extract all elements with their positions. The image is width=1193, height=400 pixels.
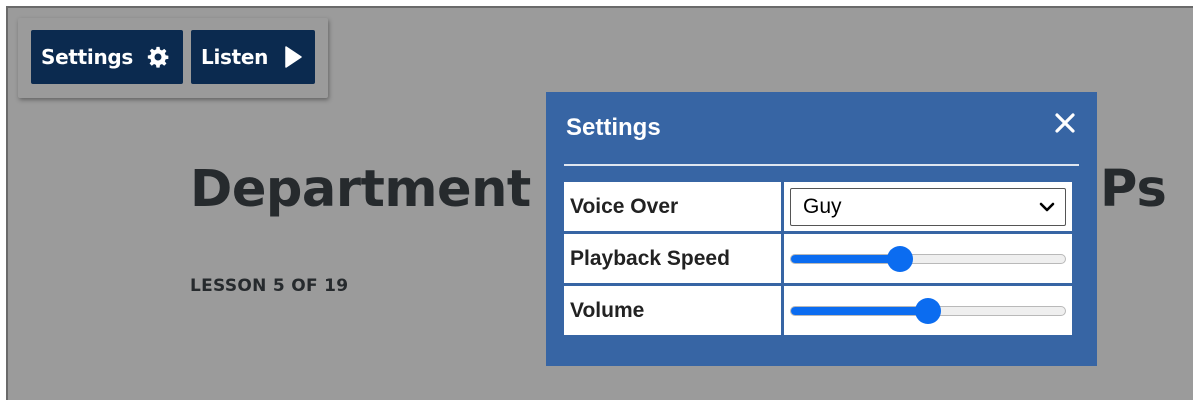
slider-fill	[791, 306, 928, 315]
playback-speed-slider[interactable]	[790, 245, 1066, 272]
lesson-progress: LESSON 5 OF 19	[190, 276, 349, 296]
voice-over-label: Voice Over	[564, 182, 781, 231]
volume-slider[interactable]	[790, 297, 1066, 324]
settings-row-volume: Volume	[564, 286, 1072, 335]
playback-speed-cell	[784, 234, 1072, 283]
lesson-title-continued: Ps	[1100, 160, 1167, 219]
settings-button-label: Settings	[41, 45, 134, 69]
settings-row-playback-speed: Playback Speed	[564, 234, 1072, 283]
volume-cell	[784, 286, 1072, 335]
chevron-down-icon	[1039, 195, 1055, 219]
slider-fill	[791, 254, 901, 263]
voice-over-select[interactable]: Guy	[790, 187, 1066, 226]
settings-dialog: Settings Voice Over Guy Playback Speed V…	[546, 92, 1097, 366]
lesson-title: Department	[190, 160, 531, 219]
settings-row-voice-over: Voice Over Guy	[564, 182, 1072, 231]
close-icon[interactable]	[1053, 110, 1077, 136]
dialog-divider	[564, 164, 1079, 166]
volume-label: Volume	[564, 286, 781, 335]
voice-over-cell: Guy	[784, 182, 1072, 231]
slider-thumb[interactable]	[915, 297, 941, 324]
gear-icon	[147, 46, 169, 68]
dialog-title: Settings	[566, 114, 661, 141]
play-icon	[284, 46, 302, 68]
audio-toolbar: Settings Listen	[18, 18, 328, 98]
playback-speed-label: Playback Speed	[564, 234, 781, 283]
listen-button-label: Listen	[201, 45, 269, 69]
voice-over-value: Guy	[803, 194, 842, 218]
slider-thumb[interactable]	[887, 245, 914, 272]
listen-button[interactable]: Listen	[191, 30, 315, 84]
settings-button[interactable]: Settings	[31, 30, 183, 84]
slider-track	[790, 253, 1066, 264]
settings-table: Voice Over Guy Playback Speed Volume	[561, 179, 1075, 338]
